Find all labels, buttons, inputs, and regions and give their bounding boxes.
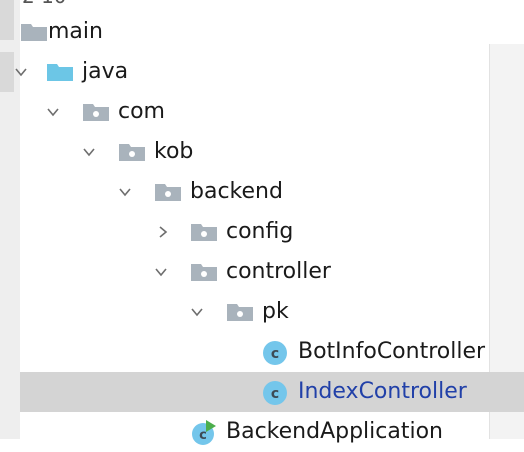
svg-text:c: c (271, 346, 279, 362)
svg-text:c: c (271, 386, 279, 402)
chevron-down-icon[interactable] (46, 105, 60, 119)
tree-node-label: BackendApplication (226, 419, 443, 444)
chevron-down-icon[interactable] (154, 265, 168, 279)
tree-node-kob[interactable]: kob (20, 132, 490, 172)
tree-node-label: main (48, 19, 103, 44)
tree-node-botinfocontroller[interactable]: c BotInfoController (20, 332, 490, 372)
tree-node-backend[interactable]: backend (20, 172, 490, 212)
tree-node-label: pk (262, 299, 289, 324)
tree-node-pk[interactable]: pk (20, 292, 490, 332)
tree-node-indexcontroller[interactable]: c IndexController (20, 372, 524, 412)
tree-node-java[interactable]: java (15, 52, 490, 92)
package-folder-icon (227, 304, 253, 321)
tree-node-label: IndexController (298, 379, 467, 404)
source-folder-icon (47, 64, 73, 81)
tree-node-label: kob (154, 139, 194, 164)
tree-node-backendapplication[interactable]: c BackendApplication (20, 412, 490, 452)
tree-node-controller[interactable]: controller (20, 252, 490, 292)
package-folder-icon (83, 104, 109, 121)
tree-node-main[interactable]: main (20, 12, 490, 52)
tree-node-label: java (82, 59, 129, 84)
chevron-down-icon[interactable] (82, 145, 96, 159)
package-folder-icon (119, 144, 145, 161)
cut-off-label: 2 10 (22, 0, 67, 8)
tree-node-com[interactable]: com (20, 92, 490, 132)
run-class-icon: c (192, 420, 216, 445)
class-icon: c (263, 381, 287, 405)
package-folder-icon (155, 184, 181, 201)
tree-node-label: controller (226, 259, 331, 284)
class-icon: c (263, 341, 287, 365)
chevron-down-icon[interactable] (118, 185, 132, 199)
package-folder-icon (191, 224, 217, 241)
chevron-down-icon[interactable] (14, 65, 28, 79)
chevron-right-icon[interactable] (156, 225, 170, 239)
tree-node-label: BotInfoController (298, 339, 486, 364)
tree-node-label: com (118, 99, 165, 124)
tree-node-label: backend (190, 179, 283, 204)
tool-window-tab[interactable] (0, 0, 14, 40)
tree-node-config[interactable]: config (20, 212, 490, 252)
tree-node-label: config (226, 219, 294, 244)
chevron-down-icon[interactable] (190, 305, 204, 319)
folder-icon (21, 24, 47, 41)
svg-text:c: c (199, 428, 207, 443)
tool-window-tab[interactable] (0, 52, 14, 92)
package-folder-icon (191, 264, 217, 281)
